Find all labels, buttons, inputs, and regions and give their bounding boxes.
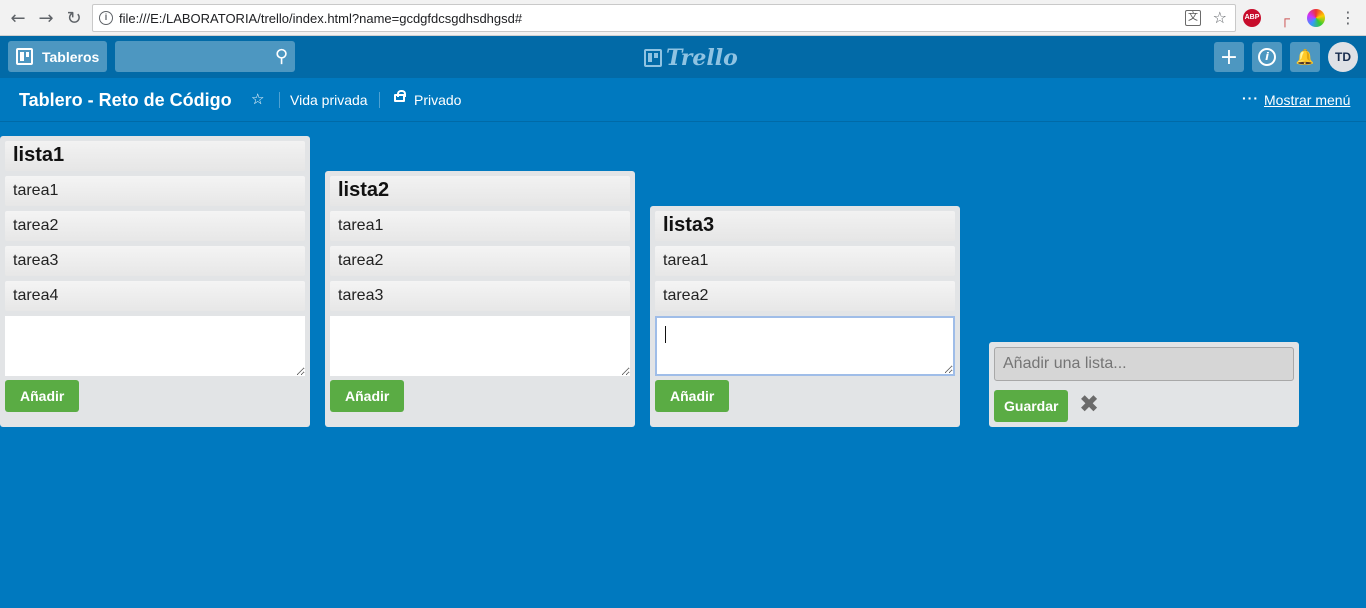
lock-icon: [394, 90, 406, 102]
add-list-form: Guardar: [989, 342, 1299, 427]
card[interactable]: tarea1: [655, 246, 955, 276]
trello-logo-icon: [644, 49, 662, 67]
star-icon[interactable]: ☆: [251, 90, 264, 108]
address-bar[interactable]: i file:///E:/LABORATORIA/trello/index.ht…: [92, 4, 1236, 32]
avatar[interactable]: TD: [1328, 42, 1358, 72]
add-card-button[interactable]: Añadir: [5, 380, 80, 412]
card[interactable]: tarea2: [655, 281, 955, 311]
close-icon[interactable]: ✖: [1079, 390, 1099, 418]
translate-icon[interactable]: 文: [1185, 10, 1201, 26]
trello-logo-text: Trello: [666, 45, 738, 71]
list-title[interactable]: lista2: [330, 176, 630, 206]
list: lista3 tarea1 tarea2 Añadir: [650, 206, 960, 427]
color-extension-icon[interactable]: [1307, 9, 1325, 27]
card[interactable]: tarea3: [330, 281, 630, 311]
show-menu-link[interactable]: Mostrar menú: [1264, 92, 1350, 108]
card[interactable]: tarea3: [5, 246, 305, 276]
board-title[interactable]: Tablero - Reto de Código: [19, 90, 232, 111]
card[interactable]: tarea2: [330, 246, 630, 276]
board-visibility[interactable]: Vida privada: [290, 92, 368, 108]
browser-toolbar: ← → ↻ i file:///E:/LABORATORIA/trello/in…: [0, 0, 1366, 36]
divider: [379, 92, 380, 108]
info-button[interactable]: i: [1252, 42, 1282, 72]
info-icon[interactable]: i: [99, 11, 113, 25]
info-circle-icon: i: [1258, 48, 1276, 66]
app-header: Tableros ⚲ Trello + i 🔔 TD: [0, 36, 1366, 78]
board-header: Tablero - Reto de Código ☆ Vida privada …: [0, 78, 1366, 122]
list: lista2 tarea1 tarea2 tarea3 Añadir: [325, 171, 635, 427]
card[interactable]: tarea1: [5, 176, 305, 206]
back-arrow-icon[interactable]: ←: [6, 6, 30, 30]
privacy-button[interactable]: Privado: [414, 92, 461, 108]
add-button[interactable]: +: [1214, 42, 1244, 72]
text-cursor: [665, 326, 666, 343]
trello-logo[interactable]: Trello: [644, 45, 738, 71]
bell-icon: 🔔: [1295, 48, 1315, 66]
list-title[interactable]: lista3: [655, 211, 955, 241]
card[interactable]: tarea4: [5, 281, 305, 311]
boards-button[interactable]: Tableros: [8, 41, 107, 72]
new-card-input[interactable]: [655, 316, 955, 376]
adblock-icon[interactable]: ABP: [1243, 9, 1261, 27]
search-icon[interactable]: ⚲: [275, 46, 288, 67]
list-title[interactable]: lista1: [5, 141, 305, 171]
add-list-input[interactable]: [994, 347, 1294, 381]
save-list-button[interactable]: Guardar: [994, 390, 1069, 422]
reload-icon[interactable]: ↻: [62, 6, 86, 30]
divider: [279, 92, 280, 108]
card[interactable]: tarea2: [5, 211, 305, 241]
more-vert-icon[interactable]: ⋮: [1340, 8, 1356, 27]
list: lista1 tarea1 tarea2 tarea3 tarea4 Añadi…: [0, 136, 310, 427]
notifications-button[interactable]: 🔔: [1290, 42, 1320, 72]
new-card-input[interactable]: [5, 316, 305, 376]
board-icon: [16, 48, 33, 65]
search-input[interactable]: ⚲: [115, 41, 295, 72]
boards-label: Tableros: [42, 48, 100, 65]
new-card-input-wrapper: [655, 316, 955, 376]
plus-icon: +: [1219, 44, 1239, 70]
tool-extension-icon[interactable]: ┌: [1276, 9, 1294, 27]
add-card-button[interactable]: Añadir: [655, 380, 730, 412]
bookmark-star-icon[interactable]: ☆: [1213, 8, 1227, 27]
add-card-button[interactable]: Añadir: [330, 380, 405, 412]
forward-arrow-icon[interactable]: →: [34, 6, 58, 30]
more-horiz-icon: ···: [1242, 90, 1259, 106]
card[interactable]: tarea1: [330, 211, 630, 241]
new-card-input[interactable]: [330, 316, 630, 376]
url-text[interactable]: file:///E:/LABORATORIA/trello/index.html…: [119, 11, 522, 26]
